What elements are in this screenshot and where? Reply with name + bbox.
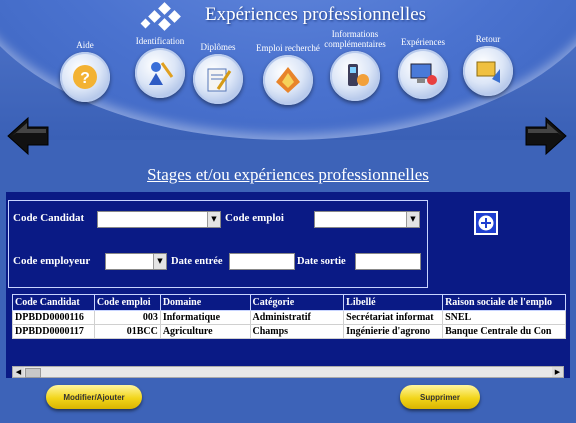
experience-table: Code Candidat Code emploi Domaine Catégo… bbox=[12, 294, 566, 339]
svg-text:?: ? bbox=[80, 70, 90, 87]
return-icon bbox=[463, 46, 513, 96]
chevron-down-icon[interactable]: ▼ bbox=[406, 212, 419, 227]
nav-label: Retour bbox=[475, 34, 501, 44]
table-cell[interactable]: SNEL bbox=[442, 310, 566, 325]
next-arrow-icon[interactable] bbox=[524, 114, 568, 158]
date-entree-label: Date entrée bbox=[169, 253, 229, 270]
code-emploi-label: Code emploi bbox=[223, 210, 313, 227]
column-header[interactable]: Raison sociale de l'emplo bbox=[442, 294, 566, 311]
column-header[interactable]: Domaine bbox=[159, 294, 251, 311]
info-phone-icon bbox=[330, 51, 380, 101]
modify-add-button[interactable]: Modifier/Ajouter bbox=[46, 385, 142, 409]
date-entree-field[interactable] bbox=[229, 253, 295, 270]
scroll-left-icon[interactable]: ◀ bbox=[13, 367, 24, 377]
table-cell[interactable]: 01BCC bbox=[93, 324, 161, 339]
table-cell[interactable]: DPBDD0000116 bbox=[12, 310, 95, 325]
diploma-icon bbox=[193, 54, 243, 104]
filter-panel: Code Candidat ▼ Code emploi ▼ Code emplo… bbox=[8, 200, 428, 288]
nav-item-retour[interactable]: Retour bbox=[443, 22, 533, 96]
column-header[interactable]: Catégorie bbox=[249, 294, 345, 311]
experience-icon bbox=[398, 49, 448, 99]
header-banner: Expériences professionnelles Aide ? Iden… bbox=[0, 0, 576, 140]
table-cell[interactable]: Informatique bbox=[159, 310, 251, 325]
help-icon: ? bbox=[60, 52, 110, 102]
table-row[interactable]: DPBDD0000117 01BCC Agriculture Champs In… bbox=[12, 324, 566, 339]
table-cell[interactable]: 003 bbox=[93, 310, 161, 325]
previous-arrow-icon[interactable] bbox=[6, 114, 50, 158]
scroll-right-icon[interactable]: ▶ bbox=[552, 367, 563, 377]
code-candidat-label: Code Candidat bbox=[11, 210, 97, 227]
table-cell[interactable]: Banque Centrale du Con bbox=[442, 324, 566, 339]
column-header[interactable]: Code Candidat bbox=[12, 294, 95, 311]
table-cell[interactable]: Champs bbox=[249, 324, 345, 339]
section-title: Stages et/ou expériences professionnelle… bbox=[147, 165, 429, 184]
app-title: Expériences professionnelles bbox=[205, 4, 427, 25]
code-candidat-select[interactable]: ▼ bbox=[97, 211, 221, 228]
column-header[interactable]: Code emploi bbox=[93, 294, 161, 311]
code-employeur-select[interactable]: ▼ bbox=[105, 253, 167, 270]
plus-icon bbox=[478, 215, 494, 231]
table-header-row: Code Candidat Code emploi Domaine Catégo… bbox=[12, 294, 566, 311]
table-cell[interactable]: Ingénierie d'agrono bbox=[343, 324, 444, 339]
column-header[interactable]: Libellé bbox=[343, 294, 444, 311]
table-cell[interactable]: DPBDD0000117 bbox=[12, 324, 95, 339]
table-cell[interactable]: Agriculture bbox=[159, 324, 251, 339]
chevron-down-icon[interactable]: ▼ bbox=[153, 254, 166, 269]
table-cell[interactable]: Administratif bbox=[249, 310, 345, 325]
date-sortie-label: Date sortie bbox=[295, 253, 355, 270]
scrollbar-thumb[interactable] bbox=[25, 368, 41, 378]
chevron-down-icon[interactable]: ▼ bbox=[207, 212, 220, 227]
date-sortie-field[interactable] bbox=[355, 253, 421, 270]
delete-button[interactable]: Supprimer bbox=[400, 385, 480, 409]
add-button[interactable] bbox=[474, 211, 498, 235]
code-emploi-select[interactable]: ▼ bbox=[314, 211, 420, 228]
job-search-icon bbox=[263, 55, 313, 105]
horizontal-scrollbar[interactable]: ◀ ▶ bbox=[12, 366, 564, 378]
code-employeur-label: Code employeur bbox=[11, 253, 105, 270]
table-cell[interactable]: Secrétariat informat bbox=[343, 310, 444, 325]
table-row[interactable]: DPBDD0000116 003 Informatique Administra… bbox=[12, 310, 566, 325]
